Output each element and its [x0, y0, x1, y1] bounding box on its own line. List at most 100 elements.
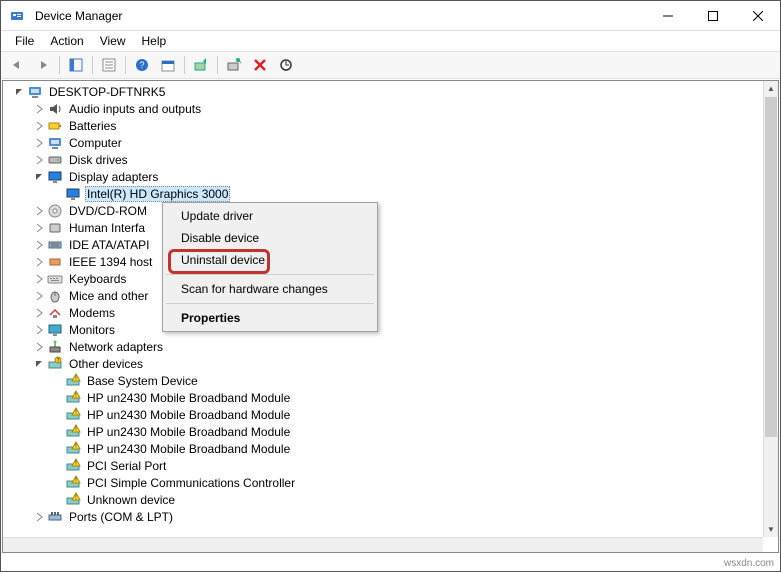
expand-icon[interactable] [33, 324, 45, 336]
tree-node-label[interactable]: Unknown device [85, 493, 177, 507]
scroll-up-arrow[interactable]: ▲ [764, 81, 778, 96]
tree-node[interactable]: IEEE 1394 host [3, 253, 763, 270]
tree-node[interactable]: Monitors [3, 321, 763, 338]
close-button[interactable] [735, 1, 780, 30]
menu-view[interactable]: View [92, 32, 134, 50]
tree-node[interactable]: !PCI Simple Communications Controller [3, 474, 763, 491]
vertical-scrollbar[interactable]: ▲ ▼ [763, 81, 778, 537]
expand-icon[interactable] [33, 511, 45, 523]
forward-button[interactable] [31, 54, 55, 76]
tree-node[interactable]: Modems [3, 304, 763, 321]
tree-node-label[interactable]: HP un2430 Mobile Broadband Module [85, 391, 292, 405]
ctx-uninstall-device[interactable]: Uninstall device [165, 249, 375, 271]
menu-action[interactable]: Action [42, 32, 91, 50]
update-driver-button[interactable] [189, 54, 213, 76]
tree-node-label[interactable]: Monitors [67, 323, 117, 337]
tree-node[interactable]: Keyboards [3, 270, 763, 287]
scan-hardware-button[interactable] [274, 54, 298, 76]
tree-node[interactable]: ! HP un2430 Mobile Broadband Module [3, 389, 763, 406]
collapse-icon[interactable] [33, 358, 45, 370]
expand-icon[interactable] [33, 256, 45, 268]
expand-icon[interactable] [33, 239, 45, 251]
disable-device-button[interactable] [222, 54, 246, 76]
menu-file[interactable]: File [7, 32, 42, 50]
collapse-icon[interactable] [33, 171, 45, 183]
tree-node-label[interactable]: HP un2430 Mobile Broadband Module [85, 425, 292, 439]
tree-node-label[interactable]: DVD/CD-ROM [67, 204, 149, 218]
ctx-disable-device[interactable]: Disable device [165, 227, 375, 249]
tree-node[interactable]: Mice and other [3, 287, 763, 304]
tree-node[interactable]: Batteries [3, 117, 763, 134]
expand-icon[interactable] [33, 307, 45, 319]
tree-node[interactable]: Audio inputs and outputs [3, 100, 763, 117]
warn-icon: ! [65, 390, 81, 406]
tree-node-label[interactable]: Mice and other [67, 289, 150, 303]
tree-node[interactable]: !Base System Device [3, 372, 763, 389]
tree-node-label[interactable]: Display adapters [67, 170, 160, 184]
tree-node[interactable]: !Unknown device [3, 491, 763, 508]
tree-node[interactable]: !HP un2430 Mobile Broadband Module [3, 423, 763, 440]
collapse-icon[interactable] [13, 86, 25, 98]
tree-node-label[interactable]: Ports (COM & LPT) [67, 510, 175, 524]
minimize-button[interactable] [645, 1, 690, 30]
tree-node[interactable]: Ports (COM & LPT) [3, 508, 763, 525]
tree-node-label[interactable]: Keyboards [67, 272, 128, 286]
ctx-scan-hardware[interactable]: Scan for hardware changes [165, 278, 375, 300]
tree-node-label[interactable]: IDE ATA/ATAPI [67, 238, 151, 252]
expand-icon[interactable] [33, 341, 45, 353]
tree-node-label[interactable]: Base System Device [85, 374, 200, 388]
help-button[interactable]: ? [130, 54, 154, 76]
horizontal-scrollbar[interactable] [3, 537, 763, 552]
expand-icon[interactable] [33, 120, 45, 132]
tree-node[interactable]: Disk drives [3, 151, 763, 168]
menubar: File Action View Help [1, 31, 780, 51]
tree-node[interactable]: Display adapters [3, 168, 763, 185]
expand-icon[interactable] [33, 273, 45, 285]
scrollbar-thumb[interactable] [765, 97, 777, 437]
tree-node[interactable]: IDE ATA/ATAPI [3, 236, 763, 253]
properties-button[interactable] [97, 54, 121, 76]
tree-node[interactable]: Computer [3, 134, 763, 151]
uninstall-device-button[interactable] [248, 54, 272, 76]
tree-node[interactable]: Intel(R) HD Graphics 3000 [3, 185, 763, 202]
tree-node-label[interactable]: Disk drives [67, 153, 130, 167]
back-button[interactable] [5, 54, 29, 76]
tree-node-label[interactable]: HP un2430 Mobile Broadband Module [85, 442, 292, 456]
tree-node-label[interactable]: DESKTOP-DFTNRK5 [47, 85, 167, 99]
maximize-button[interactable] [690, 1, 735, 30]
tree-node[interactable]: !PCI Serial Port [3, 457, 763, 474]
tree-node-label[interactable]: Computer [67, 136, 124, 150]
expand-icon[interactable] [33, 137, 45, 149]
device-tree[interactable]: DESKTOP-DFTNRK5 Audio inputs and outputs B… [3, 81, 763, 552]
menu-help[interactable]: Help [134, 32, 175, 50]
ctx-update-driver[interactable]: Update driver [165, 205, 375, 227]
ctx-properties[interactable]: Properties [165, 307, 375, 329]
expand-icon[interactable] [33, 290, 45, 302]
scroll-down-arrow[interactable]: ▼ [764, 522, 778, 537]
expand-icon[interactable] [33, 103, 45, 115]
expand-icon[interactable] [33, 205, 45, 217]
tree-node-label[interactable]: IEEE 1394 host [67, 255, 154, 269]
tree-node[interactable]: Human Interfa [3, 219, 763, 236]
show-hide-tree-button[interactable] [64, 54, 88, 76]
expand-icon[interactable] [33, 222, 45, 234]
tree-node-label[interactable]: Batteries [67, 119, 118, 133]
tree-node-label[interactable]: Modems [67, 306, 117, 320]
tree-node[interactable]: !HP un2430 Mobile Broadband Module [3, 406, 763, 423]
tree-node-label[interactable]: PCI Serial Port [85, 459, 168, 473]
tree-node-label[interactable]: PCI Simple Communications Controller [85, 476, 297, 490]
tree-node[interactable]: !HP un2430 Mobile Broadband Module [3, 440, 763, 457]
tree-node[interactable]: DESKTOP-DFTNRK5 [3, 83, 763, 100]
content-area: DESKTOP-DFTNRK5 Audio inputs and outputs B… [2, 80, 779, 553]
tree-node[interactable]: ?Other devices [3, 355, 763, 372]
tree-node-label[interactable]: Network adapters [67, 340, 165, 354]
tree-node-label[interactable]: HP un2430 Mobile Broadband Module [85, 408, 292, 422]
tree-node[interactable]: DVD/CD-ROM [3, 202, 763, 219]
action-button[interactable] [156, 54, 180, 76]
tree-node-label[interactable]: Audio inputs and outputs [67, 102, 203, 116]
tree-node[interactable]: Network adapters [3, 338, 763, 355]
expand-icon[interactable] [33, 154, 45, 166]
tree-node-label[interactable]: Other devices [67, 357, 145, 371]
tree-node-label[interactable]: Intel(R) HD Graphics 3000 [85, 186, 230, 202]
tree-node-label[interactable]: Human Interfa [67, 221, 147, 235]
